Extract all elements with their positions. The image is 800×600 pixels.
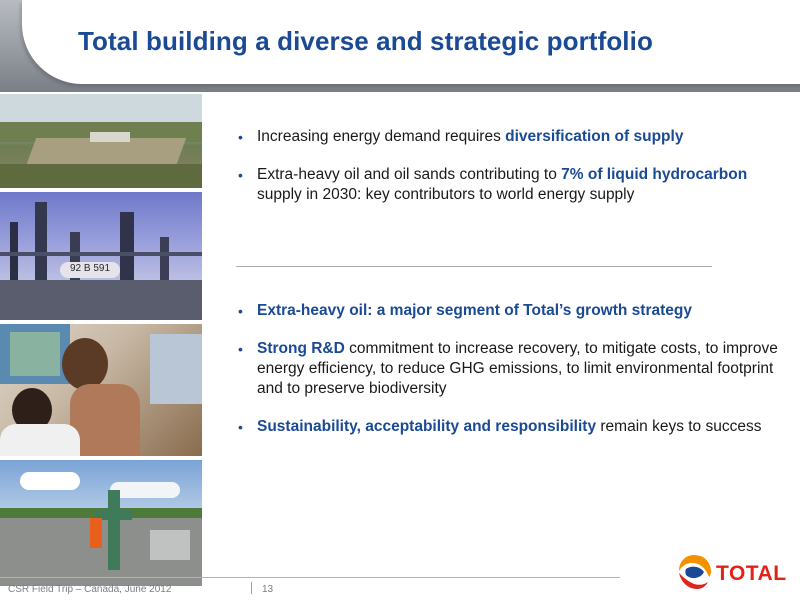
total-logo-icon (679, 555, 711, 589)
highlight-text: diversification of supply (505, 128, 684, 145)
top-bullet-2: Extra-heavy oil and oil sands contributi… (238, 165, 758, 205)
footer-text: CSR Field Trip – Canada, June 2012 (8, 584, 172, 595)
section-divider (236, 266, 712, 267)
bullet-list-top: Increasing energy demand requires divers… (238, 127, 758, 223)
engineers-photo (0, 324, 202, 456)
top-bullet-1: Increasing energy demand requires divers… (238, 127, 758, 147)
total-logo: TOTAL (674, 552, 792, 594)
refinery-photo: 92 B 591 (0, 192, 202, 320)
bottom-bullet-3: Sustainability, acceptability and respon… (238, 417, 778, 437)
bottom-bullet-2: Strong R&D commitment to increase recove… (238, 339, 778, 399)
tank-label: 92 B 591 (70, 263, 111, 274)
logo-wordmark: TOTAL (716, 562, 787, 585)
highlight-text: Sustainability, acceptability and respon… (257, 418, 597, 435)
body-text: supply in 2030: key contributors to worl… (257, 186, 635, 203)
bullet-list-bottom: Extra-heavy oil: a major segment of Tota… (238, 301, 778, 455)
body-text: Increasing energy demand requires (257, 128, 506, 145)
page-number: 13 (262, 584, 274, 595)
bottom-bullet-1: Extra-heavy oil: a major segment of Tota… (238, 301, 778, 321)
oil-sands-site-photo (0, 94, 202, 188)
highlight-text: 7% of liquid hydrocarbon (561, 166, 748, 183)
photo-column: 92 B 591 (0, 94, 202, 586)
wellhead-photo (0, 460, 202, 586)
highlight-text: Strong R&D (257, 340, 345, 357)
body-text: remain keys to success (596, 418, 762, 435)
footer-line (0, 577, 620, 578)
slide-title: Total building a diverse and strategic p… (78, 26, 653, 56)
footer-separator (251, 582, 252, 594)
body-text: Extra-heavy oil and oil sands contributi… (257, 166, 562, 183)
highlight-text: Extra-heavy oil: a major segment of Tota… (257, 302, 692, 319)
